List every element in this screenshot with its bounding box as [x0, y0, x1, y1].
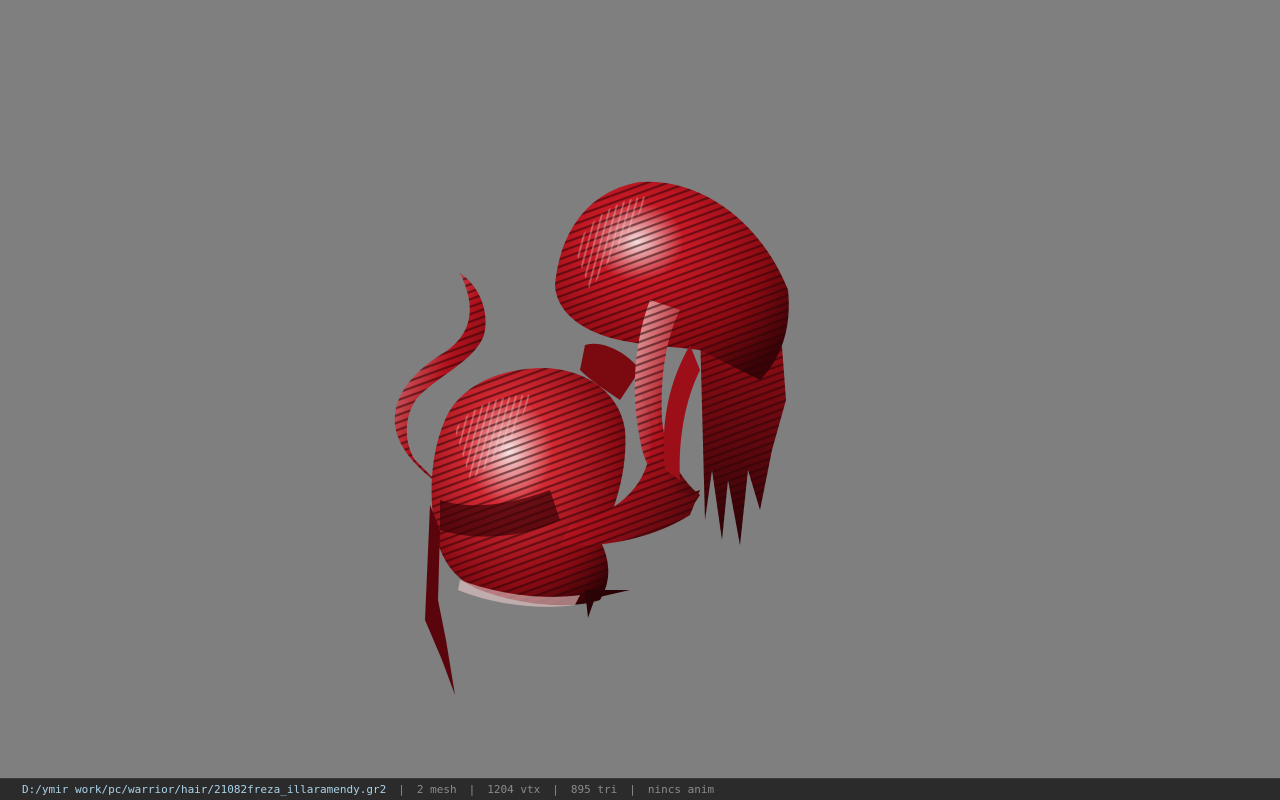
separator: |: [468, 783, 476, 796]
front-head-mesh: [431, 368, 626, 606]
3d-viewport[interactable]: [0, 0, 1280, 778]
animation-status-label: nincs anim: [647, 783, 715, 796]
file-path-label: D:/ymir work/pc/warrior/hair/21082freza_…: [22, 783, 387, 796]
triangle-count-label: 895 tri: [570, 783, 618, 796]
status-bar: D:/ymir work/pc/warrior/hair/21082freza_…: [0, 778, 1280, 800]
separator: |: [629, 783, 636, 796]
separator: |: [552, 783, 559, 796]
separator: |: [398, 783, 405, 796]
hair-model-render: [394, 181, 789, 695]
mesh-count-label: 2 mesh: [416, 783, 457, 796]
vertex-count-label: 1204 vtx: [487, 783, 541, 796]
